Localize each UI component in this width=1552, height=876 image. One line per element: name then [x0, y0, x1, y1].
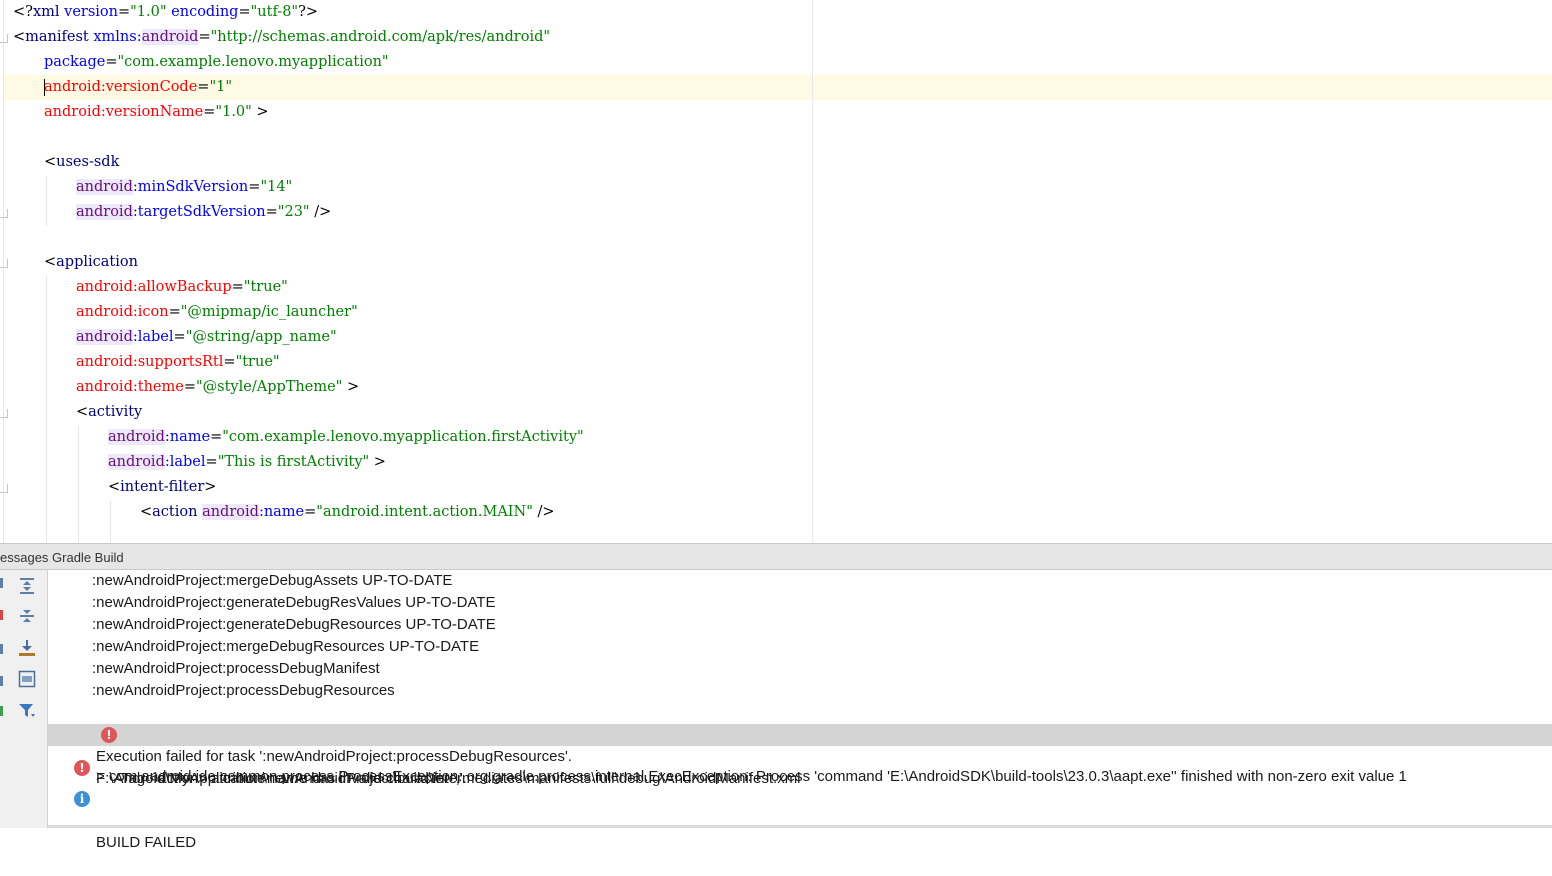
code-line: android:minSdkVersion="14" — [76, 179, 293, 195]
list-item[interactable]: :newAndroidProject:mergeDebugResources U… — [48, 636, 1552, 658]
code-line: android:theme="@style/AppTheme" > — [76, 379, 360, 395]
execution-error-row[interactable]: ! Execution failed for task ':newAndroid… — [48, 746, 1552, 790]
fold-marker[interactable] — [0, 484, 8, 493]
expand-all-button[interactable] — [14, 575, 40, 601]
indent-guide — [78, 426, 79, 543]
editor-gutter — [0, 0, 8, 543]
file-node[interactable]: F:\Android\MyApplication\newAndroidProje… — [48, 702, 1552, 787]
current-line-highlight — [0, 75, 1552, 100]
code-line: <activity — [76, 404, 143, 420]
right-margin-guide — [812, 0, 813, 543]
code-line: android:targetSdkVersion="23" /> — [76, 204, 332, 220]
error-message-row[interactable]: ! Tag <action> attribute name has invali… — [48, 724, 1552, 787]
error-icon: ! — [74, 760, 90, 776]
execution-error-detail: > com.android.ide.common.process.Process… — [96, 768, 1407, 785]
build-status-text: BUILD FAILED — [96, 834, 197, 851]
expand-all-icon — [18, 577, 36, 600]
error-icon: ! — [101, 727, 117, 743]
indent-guide — [110, 501, 111, 543]
toolbar-edge-mark — [0, 578, 3, 588]
collapse-all-button[interactable] — [14, 605, 40, 631]
execution-error-text: Execution failed for task ':newAndroidPr… — [96, 748, 572, 765]
list-item[interactable]: :newAndroidProject:generateDebugResource… — [48, 614, 1552, 636]
toolbar-edge-mark — [0, 706, 3, 716]
fold-marker[interactable] — [0, 34, 8, 43]
fold-marker[interactable] — [0, 259, 8, 268]
code-line: <action android:name="android.intent.act… — [140, 504, 555, 520]
code-line: android:versionName="1.0" > — [44, 104, 269, 120]
messages-panel: :newAndroidProject:mergeDebugAssets UP-T… — [0, 570, 1552, 851]
collapse-all-icon — [18, 607, 36, 630]
code-line: android:label="This is firstActivity" > — [108, 454, 386, 470]
filter-icon — [18, 702, 36, 725]
messages-toolbar — [0, 570, 48, 828]
export-button[interactable] — [14, 637, 40, 663]
toolbar-edge-mark — [0, 644, 3, 654]
code-line: <uses-sdk — [44, 154, 120, 170]
indent-guide — [46, 276, 47, 543]
fold-marker[interactable] — [0, 209, 8, 218]
toolbar-edge-mark — [0, 676, 3, 686]
list-item[interactable]: :newAndroidProject:mergeDebugAssets UP-T… — [48, 570, 1552, 592]
code-line: <?xml version="1.0" encoding="utf-8"?> — [13, 4, 319, 20]
tool-window-title[interactable]: essages Gradle Build — [0, 544, 124, 571]
code-line: android:icon="@mipmap/ic_launcher" — [76, 304, 358, 320]
code-line: package="com.example.lenovo.myapplicatio… — [44, 54, 389, 70]
export-icon — [18, 639, 36, 662]
indent-guide — [46, 176, 47, 226]
list-item[interactable]: :newAndroidProject:processDebugResources — [48, 680, 1552, 702]
info-icon: i — [74, 791, 90, 807]
code-editor[interactable]: <?xml version="1.0" encoding="utf-8"?> <… — [0, 0, 1552, 543]
code-line: <manifest xmlns:android="http://schemas.… — [13, 29, 551, 45]
code-line: android:allowBackup="true" — [76, 279, 288, 295]
code-line: <application — [44, 254, 138, 270]
code-line: android:supportsRtl="true" — [76, 354, 280, 370]
list-item[interactable]: :newAndroidProject:processDebugManifest — [48, 658, 1552, 680]
code-line: <intent-filter> — [108, 479, 217, 495]
messages-tree[interactable]: :newAndroidProject:mergeDebugAssets UP-T… — [48, 570, 1552, 851]
autoscroll-icon — [18, 670, 36, 693]
messages-tool-window-header[interactable]: essages Gradle Build — [0, 543, 1552, 570]
autoscroll-button[interactable] — [14, 668, 40, 694]
code-line-caret: android:versionCode="1" — [44, 78, 233, 96]
fold-marker[interactable] — [0, 409, 8, 418]
build-status-row[interactable]: i BUILD FAILED — [48, 788, 1552, 851]
code-line: android:label="@string/app_name" — [76, 329, 337, 345]
list-item[interactable]: :newAndroidProject:generateDebugResValue… — [48, 592, 1552, 614]
toolbar-edge-mark — [0, 610, 3, 620]
code-line: android:name="com.example.lenovo.myappli… — [108, 429, 584, 445]
filter-button[interactable] — [14, 700, 40, 726]
